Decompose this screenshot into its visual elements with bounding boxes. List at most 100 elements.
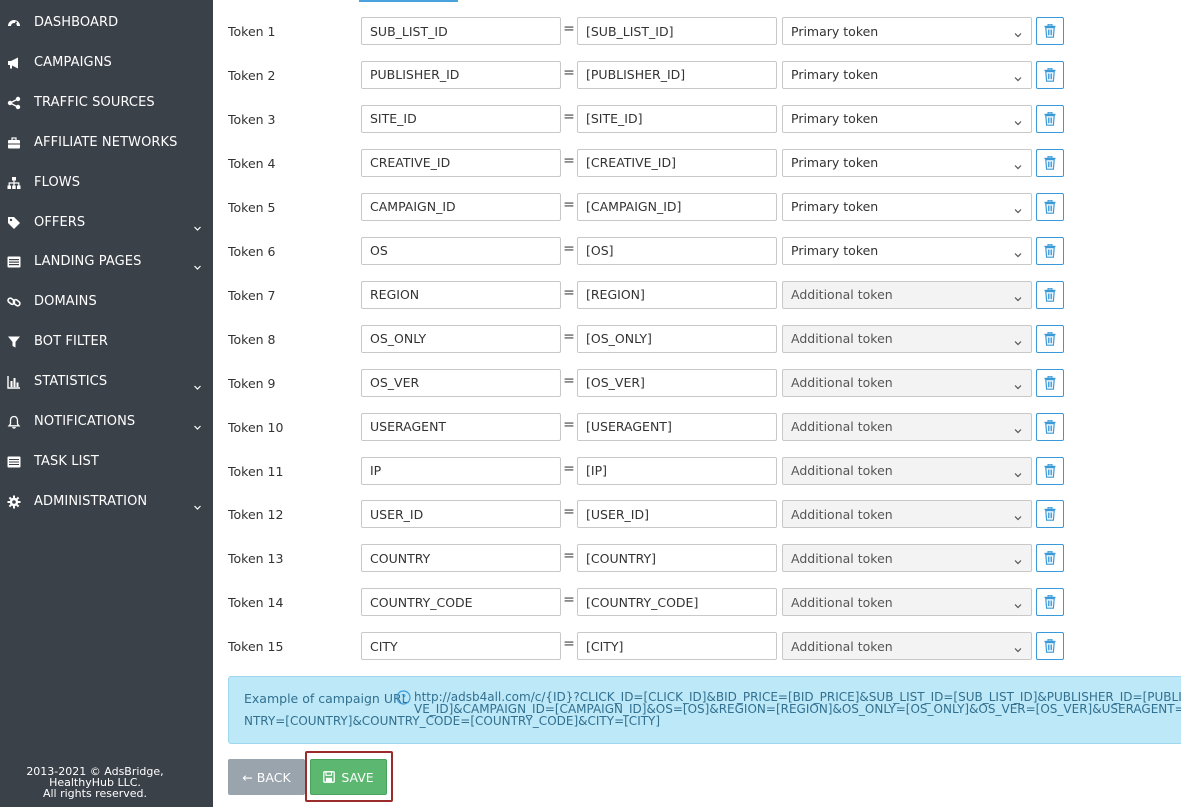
sidebar-item-offers[interactable]: OFFERS	[0, 208, 213, 238]
chevron-down-icon	[193, 497, 202, 510]
token-name-input[interactable]	[361, 412, 561, 441]
token-name-input[interactable]	[361, 192, 561, 221]
token-type-select[interactable]: Additional token	[782, 632, 1032, 661]
delete-token-button[interactable]	[1036, 236, 1064, 265]
sidebar-item-affiliate-networks[interactable]: AFFILIATE NETWORKS	[0, 128, 213, 158]
token-name-input[interactable]	[361, 17, 561, 45]
token-label: Token 15	[228, 639, 284, 655]
token-value-input[interactable]	[577, 60, 777, 89]
token-name-input[interactable]	[361, 544, 561, 573]
sidebar-item-domains[interactable]: DOMAINS	[0, 287, 213, 317]
token-label: Token 10	[228, 419, 284, 435]
delete-token-button[interactable]	[1036, 60, 1064, 89]
sidebar-item-label: DASHBOARD	[34, 15, 119, 30]
chevron-down-icon	[1014, 598, 1022, 609]
token-value-input[interactable]	[577, 148, 777, 177]
token-type-select[interactable]: Primary token	[782, 17, 1032, 45]
token-name-input[interactable]	[361, 60, 561, 89]
token-name-input[interactable]	[361, 588, 561, 617]
token-row: Token 5 = Primary token	[213, 192, 1181, 223]
token-type-select[interactable]: Primary token	[782, 236, 1032, 265]
delete-token-button[interactable]	[1036, 148, 1064, 177]
help-icon[interactable]: ?	[396, 690, 411, 705]
sidebar-item-traffic-sources[interactable]: TRAFFIC SOURCES	[0, 88, 213, 118]
delete-token-button[interactable]	[1036, 368, 1064, 397]
token-name-input[interactable]	[361, 148, 561, 177]
delete-token-button[interactable]	[1036, 456, 1064, 485]
sidebar-item-task-list[interactable]: TASK LIST	[0, 447, 213, 477]
sidebar-item-bot-filter[interactable]: BOT FILTER	[0, 327, 213, 357]
token-name-input[interactable]	[361, 324, 561, 353]
sidebar-item-campaigns[interactable]: CAMPAIGNS	[0, 48, 213, 78]
token-type-select[interactable]: Additional token	[782, 588, 1032, 617]
token-name-input[interactable]	[361, 632, 561, 661]
sidebar-item-flows[interactable]: FLOWS	[0, 168, 213, 198]
token-value-input[interactable]	[577, 280, 777, 309]
sidebar-item-label: NOTIFICATIONS	[34, 414, 136, 429]
equals-sign: =	[563, 240, 575, 257]
token-type-select[interactable]: Additional token	[782, 456, 1032, 485]
list-icon	[7, 455, 21, 469]
token-value-input[interactable]	[577, 632, 777, 661]
sidebar-item-statistics[interactable]: STATISTICS	[0, 367, 213, 397]
link-icon	[7, 295, 21, 309]
token-value-input[interactable]	[577, 104, 777, 133]
token-type-select[interactable]: Primary token	[782, 104, 1032, 133]
equals-sign: =	[563, 416, 575, 433]
token-value-input[interactable]	[577, 324, 777, 353]
sidebar-item-landing-pages[interactable]: LANDING PAGES	[0, 247, 213, 277]
token-type-select[interactable]: Primary token	[782, 148, 1032, 177]
token-name-input[interactable]	[361, 104, 561, 133]
delete-token-button[interactable]	[1036, 588, 1064, 617]
token-value-input[interactable]	[577, 192, 777, 221]
save-button[interactable]: SAVE	[310, 759, 387, 795]
token-value-input[interactable]	[577, 368, 777, 397]
delete-token-button[interactable]	[1036, 412, 1064, 441]
sidebar-item-label: TASK LIST	[34, 453, 99, 469]
token-value-input[interactable]	[577, 544, 777, 573]
delete-token-button[interactable]	[1036, 192, 1064, 221]
token-type-value: Additional token	[791, 287, 893, 303]
token-value-input[interactable]	[577, 17, 777, 45]
token-type-select[interactable]: Additional token	[782, 280, 1032, 309]
token-name-input[interactable]	[361, 236, 561, 265]
delete-token-button[interactable]	[1036, 324, 1064, 353]
token-type-select[interactable]: Primary token	[782, 192, 1032, 221]
token-value-input[interactable]	[577, 412, 777, 441]
delete-token-button[interactable]	[1036, 544, 1064, 573]
sidebar-item-notifications[interactable]: NOTIFICATIONS	[0, 407, 213, 437]
token-value-input[interactable]	[577, 588, 777, 617]
delete-token-button[interactable]	[1036, 104, 1064, 133]
token-type-select[interactable]: Primary token	[782, 60, 1032, 89]
token-name-input[interactable]	[361, 500, 561, 529]
token-name-input[interactable]	[361, 280, 561, 309]
sitemap-icon	[7, 176, 21, 190]
token-type-value: Additional token	[791, 506, 893, 522]
back-button[interactable]: ← BACK	[228, 759, 305, 795]
trash-icon	[1044, 639, 1056, 654]
token-label: Token 4	[228, 155, 276, 171]
token-value-input[interactable]	[577, 236, 777, 265]
token-type-value: Primary token	[791, 67, 879, 83]
token-type-select[interactable]: Additional token	[782, 324, 1032, 353]
token-label: Token 13	[228, 551, 284, 567]
token-type-select[interactable]: Additional token	[782, 544, 1032, 573]
token-row: Token 1 = Primary token	[213, 17, 1181, 47]
token-type-select[interactable]: Additional token	[782, 412, 1032, 441]
equals-sign: =	[563, 108, 575, 125]
token-name-input[interactable]	[361, 368, 561, 397]
delete-token-button[interactable]	[1036, 500, 1064, 529]
delete-token-button[interactable]	[1036, 17, 1064, 45]
token-name-input[interactable]	[361, 456, 561, 485]
token-value-input[interactable]	[577, 456, 777, 485]
sidebar-item-dashboard[interactable]: DASHBOARD	[0, 8, 213, 38]
sidebar-item-administration[interactable]: ADMINISTRATION	[0, 487, 213, 517]
token-value-input[interactable]	[577, 500, 777, 529]
save-button-label: SAVE	[341, 769, 374, 785]
token-type-select[interactable]: Additional token	[782, 368, 1032, 397]
trash-icon	[1044, 67, 1056, 82]
delete-token-button[interactable]	[1036, 632, 1064, 661]
token-label: Token 9	[228, 375, 276, 391]
delete-token-button[interactable]	[1036, 280, 1064, 309]
token-type-select[interactable]: Additional token	[782, 500, 1032, 529]
